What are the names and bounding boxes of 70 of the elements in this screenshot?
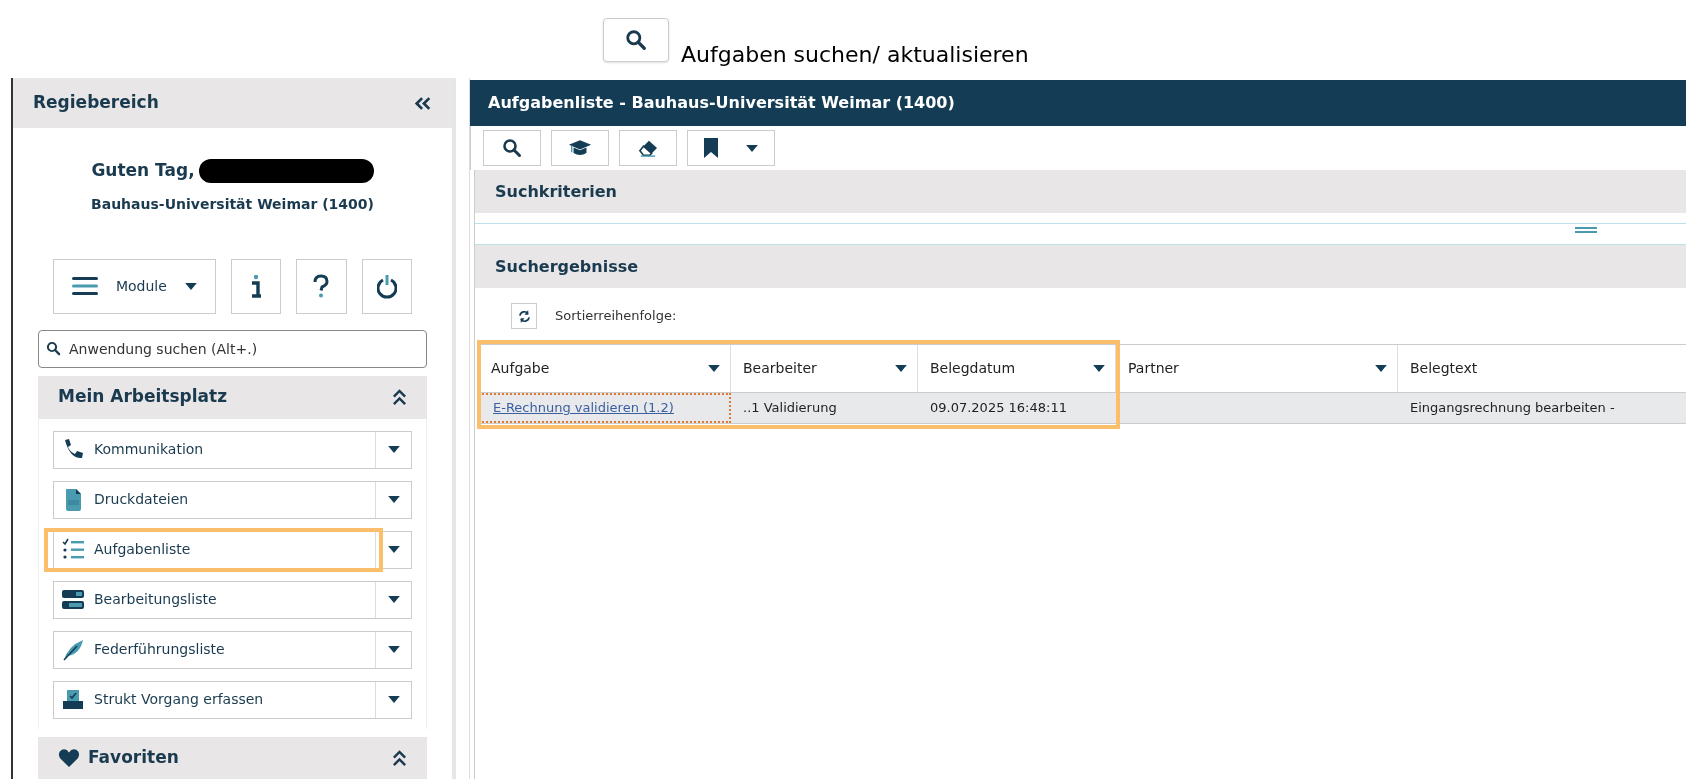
column-header[interactable]: Bearbeiter bbox=[731, 345, 918, 392]
bookmark-icon bbox=[704, 138, 718, 158]
caret-icon bbox=[387, 596, 400, 603]
section-header[interactable]: Favoriten bbox=[38, 736, 427, 779]
section-title: Favoriten bbox=[88, 746, 179, 770]
search-icon bbox=[502, 138, 522, 158]
bookmark-button[interactable] bbox=[687, 130, 775, 166]
refresh-button[interactable] bbox=[511, 303, 537, 329]
table-cell-text: ..1 Validierung bbox=[743, 399, 837, 418]
power-button[interactable] bbox=[361, 258, 412, 314]
window-title: Aufgabenliste - Bauhaus-Universität Weimar (1400) bbox=[488, 92, 955, 114]
caret-icon bbox=[387, 496, 400, 503]
caret-icon bbox=[387, 546, 400, 553]
caret-icon bbox=[1375, 365, 1387, 372]
collapse-up-icon bbox=[392, 749, 407, 767]
menu-icon bbox=[71, 276, 98, 296]
column-menu-button[interactable] bbox=[708, 365, 720, 372]
eraser-icon bbox=[637, 139, 659, 157]
feather-icon bbox=[62, 637, 84, 662]
column-title: Bearbeiter bbox=[743, 359, 817, 378]
action-caption: Aufgaben suchen/ aktualisieren bbox=[681, 44, 1029, 66]
column-header[interactable]: Belegdatum bbox=[918, 345, 1116, 392]
column-menu-button[interactable] bbox=[895, 365, 907, 372]
toggle-list-icon bbox=[62, 587, 84, 612]
column-title: Belegtext bbox=[1410, 359, 1478, 378]
caret-icon bbox=[387, 646, 400, 653]
sort-label: Sortierreihenfolge: bbox=[555, 307, 677, 326]
heart-icon bbox=[58, 748, 80, 768]
column-menu-button[interactable] bbox=[1375, 365, 1387, 372]
search-icon bbox=[625, 29, 647, 51]
power-icon bbox=[376, 273, 397, 299]
caret-icon bbox=[708, 365, 720, 372]
greeting: Guten Tag, bbox=[91, 159, 195, 182]
section-title: Mein Arbeitsplatz bbox=[58, 385, 228, 409]
organization-name: Bauhaus-Universität Weimar (1400) bbox=[91, 194, 374, 214]
resize-handle-icon bbox=[1575, 227, 1597, 233]
refresh-icon bbox=[517, 309, 531, 323]
training-button[interactable] bbox=[551, 130, 609, 166]
section-header[interactable]: Mein Arbeitsplatz bbox=[38, 375, 427, 419]
column-title: Belegdatum bbox=[930, 359, 1016, 378]
help-button[interactable] bbox=[296, 258, 347, 314]
column-header[interactable]: Belegtext bbox=[1398, 345, 1686, 392]
column-menu-button[interactable] bbox=[1093, 365, 1105, 372]
tray-icon bbox=[62, 687, 84, 712]
eraser-button[interactable] bbox=[619, 130, 677, 166]
column-title: Partner bbox=[1128, 359, 1179, 378]
graduation-cap-icon bbox=[568, 138, 592, 158]
section-title: Suchergebnisse bbox=[495, 255, 639, 278]
search-field[interactable]: Anwendung suchen (Alt+.) bbox=[38, 329, 427, 368]
caret-icon bbox=[387, 446, 400, 453]
panel-title: Regiebereich bbox=[33, 91, 159, 115]
caret-icon bbox=[746, 144, 758, 152]
table-row[interactable]: E-Rechnung validieren (1.2) ..1 Validierung 09.07.2025 16:48:11 Eingangsrechnung bearbeiten - bbox=[479, 393, 1686, 424]
modules-button[interactable]: Module bbox=[53, 258, 216, 314]
table-cell-text: 09.07.2025 16:48:11 bbox=[930, 399, 1067, 418]
caret-icon bbox=[184, 282, 197, 290]
caret-icon bbox=[895, 365, 907, 372]
search-icon bbox=[46, 340, 61, 356]
column-title: Aufgabe bbox=[491, 359, 550, 378]
column-header[interactable]: Aufgabe bbox=[479, 345, 731, 392]
search-button[interactable] bbox=[483, 130, 541, 166]
section-title: Suchkriterien bbox=[495, 180, 617, 203]
table-cell-text: Eingangsrechnung bearbeiten - bbox=[1410, 399, 1615, 418]
collapse-up-icon bbox=[392, 388, 407, 406]
search-button[interactable] bbox=[603, 18, 669, 62]
column-header[interactable]: Partner bbox=[1116, 345, 1398, 392]
caret-icon bbox=[1093, 365, 1105, 372]
caret-icon bbox=[387, 696, 400, 703]
info-button[interactable] bbox=[230, 258, 282, 314]
collapse-icon bbox=[414, 95, 432, 111]
